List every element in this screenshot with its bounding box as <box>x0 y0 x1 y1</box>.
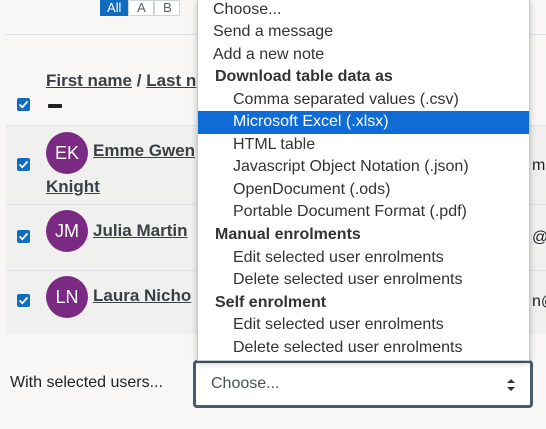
email-cell: @n <box>532 229 546 247</box>
row-checkbox[interactable] <box>17 158 30 171</box>
user-name-link[interactable]: Julia Martin <box>93 221 187 241</box>
option-add-a-new-note[interactable]: Add a new note <box>198 44 529 67</box>
filter-b-button[interactable]: B <box>154 0 181 16</box>
optgroup-manual-enrolments: Manual enrolments <box>215 226 361 243</box>
option-delete-selected-user-enrolments[interactable]: Delete selected user enrolments <box>198 337 529 360</box>
option-opendocument-ods[interactable]: OpenDocument (.ods) <box>198 179 529 202</box>
header-separator: / <box>136 71 142 90</box>
option-microsoft-excel-xlsx[interactable]: Microsoft Excel (.xlsx) <box>198 111 529 134</box>
user-name-link[interactable]: Laura Nicho <box>93 286 191 306</box>
avatar: JM <box>46 210 88 252</box>
user-name-link-continued[interactable]: Knight <box>46 177 100 197</box>
row-checkbox[interactable] <box>17 230 30 243</box>
bulk-action-select[interactable]: Choose... <box>193 360 533 408</box>
initial-filter-bar: All A B <box>100 0 181 16</box>
option-html-table[interactable]: HTML table <box>198 134 529 157</box>
bulk-action-dropdown-list: Choose... Send a message Add a new note Dow… <box>197 0 530 361</box>
row-checkbox[interactable] <box>17 294 30 307</box>
filter-all-button[interactable]: All <box>100 0 129 16</box>
email-cell: n@ <box>532 293 546 310</box>
option-edit-selected-user-enrolments[interactable]: Edit selected user enrolments <box>198 314 529 337</box>
optgroup-download-table-data-as: Download table data as <box>215 68 393 86</box>
option-javascript-object-notation-json[interactable]: Javascript Object Notation (.json) <box>198 156 529 179</box>
filter-a-button[interactable]: A <box>128 0 155 16</box>
option-delete-selected-user-enrolments[interactable]: Delete selected user enrolments <box>198 269 529 292</box>
optgroup-self-enrolment: Self enrolment <box>215 293 327 311</box>
select-arrows-icon <box>506 378 516 397</box>
option-send-a-message[interactable]: Send a message <box>198 21 529 44</box>
bulk-action-select-value: Choose... <box>211 375 280 392</box>
with-selected-users-label: With selected users... <box>10 374 163 391</box>
option-choose[interactable]: Choose... <box>198 0 529 21</box>
avatar: LN <box>46 276 88 318</box>
option-portable-document-format-pdf[interactable]: Portable Document Format (.pdf) <box>198 201 529 224</box>
sort-first-name-link[interactable]: First name <box>46 71 132 90</box>
name-column-header: First name / Last n <box>46 71 196 91</box>
option-edit-selected-user-enrolments[interactable]: Edit selected user enrolments <box>198 247 529 270</box>
email-cell: ma <box>532 157 546 174</box>
select-all-checkbox[interactable] <box>17 98 30 111</box>
option-comma-separated-values-csv[interactable]: Comma separated values (.csv) <box>198 89 529 112</box>
sort-last-name-link[interactable]: Last n <box>146 71 196 90</box>
collapse-dash-icon[interactable] <box>48 104 62 108</box>
avatar: EK <box>46 132 88 174</box>
user-name-link[interactable]: Emme Gwen <box>93 141 195 161</box>
